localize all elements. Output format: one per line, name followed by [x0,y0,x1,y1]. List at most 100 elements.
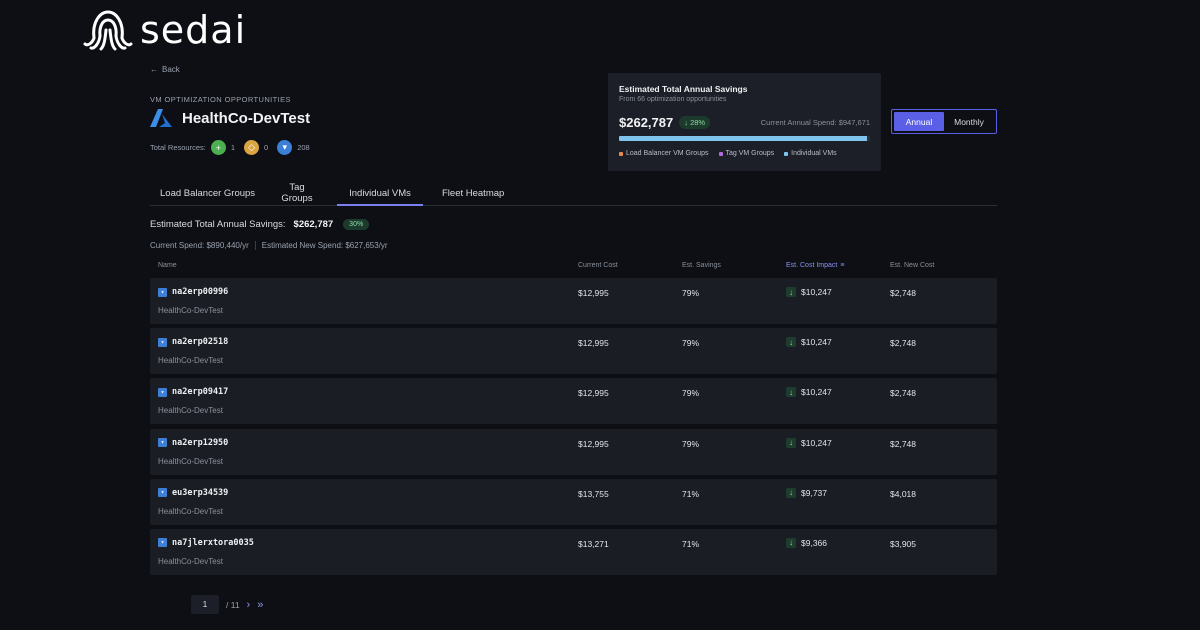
summary-amount: $262,787 [293,219,334,230]
current-cost: $13,271 [578,538,609,549]
legend-dot [619,151,623,156]
vm-name-cell: ▾ na2erp00996 [158,287,228,297]
arrow-down-icon: ↓ [786,387,796,398]
tab-load-balancer-groups[interactable]: Load Balancer Groups [160,188,255,203]
current-cost: $12,995 [578,338,609,349]
legend-label: Individual VMs [791,150,837,157]
annual-toggle-button[interactable]: Annual [894,112,944,131]
table-row[interactable]: ▾ na2erp02518 HealthCo-DevTest $12,995 79… [150,328,997,375]
column-header-est-cost-impact[interactable]: Est. Cost Impact ≡ [786,262,844,269]
savings-card-title: Estimated Total Annual Savings [619,84,748,94]
column-header-est-savings[interactable]: Est. Savings [682,262,721,269]
est-cost-impact: ↓ $9,737 [786,487,827,498]
page-title-row: HealthCo-DevTest [150,108,310,128]
est-new-cost: $2,748 [890,438,916,449]
legend-item-lb: Load Balancer VM Groups [619,150,709,157]
vm-group: HealthCo-DevTest [158,356,223,366]
est-new-cost: $2,748 [890,338,916,349]
est-new-cost: $2,748 [890,388,916,399]
vm-icon: ▾ [277,140,293,155]
summary-label: Estimated Total Annual Savings: [150,219,286,230]
page-title: HealthCo-DevTest [182,109,311,127]
legend-label: Load Balancer VM Groups [626,150,709,157]
est-cost-impact: ↓ $10,247 [786,387,832,398]
plus-icon: + [210,140,226,155]
legend-item-vm: Individual VMs [784,150,837,157]
legend-label: Tag VM Groups [725,150,775,157]
current-cost: $12,995 [578,288,609,298]
current-annual-spend: Current Annual Spend: $947,671 [760,118,870,127]
spend-line: Current Spend: $890,440/yr Estimated New… [150,241,388,250]
vm-name-cell: ▾ na7jlerxtora0035 [158,538,254,548]
table-row[interactable]: ▾ na7jlerxtora0035 HealthCo-DevTest $13,2… [150,528,997,575]
vm-group: HealthCo-DevTest [158,306,223,315]
vm-table: ▾ na2erp00996 HealthCo-DevTest $12,995 79… [150,278,997,579]
tab-bar: Load Balancer Groups Tag Groups Individu… [150,180,997,206]
back-label: Back [162,65,180,74]
column-header-name[interactable]: Name [158,262,177,269]
vm-name-cell: ▾ na2erp09417 [158,387,228,397]
vm-name: na2erp09417 [172,387,229,398]
arrow-down-icon: ↓ [786,487,796,498]
monthly-toggle-button[interactable]: Monthly [944,112,994,131]
table-row[interactable]: ▾ na2erp00996 HealthCo-DevTest $12,995 79… [150,278,997,324]
tab-tag-groups[interactable]: Tag Groups [280,182,314,204]
legend-item-tag: Tag VM Groups [718,150,775,157]
arrow-down-icon: ↓ [786,537,796,548]
impact-value: $9,737 [801,487,827,498]
est-savings: 79% [682,388,700,399]
vm-name: na7jlerxtora0035 [172,537,254,548]
vm-name-cell: ▾ na2erp02518 [158,337,228,347]
current-cost: $13,755 [578,488,609,499]
impact-value: $10,247 [801,337,832,348]
table-row[interactable]: ▾ na2erp09417 HealthCo-DevTest $12,995 79… [150,378,997,425]
table-row[interactable]: ▾ eu3erp34539 HealthCo-DevTest $13,755 71… [150,478,997,525]
vm-group: HealthCo-DevTest [158,456,223,466]
vm-group: HealthCo-DevTest [158,506,223,516]
arrow-down-icon: ↓ [684,118,688,127]
summary-pct-badge: 30% [343,219,370,230]
arrow-down-icon: ↓ [786,437,796,448]
vm-name-cell: ▾ eu3erp34539 [158,488,228,498]
resource-count-tag: 0 [264,143,269,152]
table-row[interactable]: ▾ na2erp12950 HealthCo-DevTest $12,995 79… [150,428,997,475]
impact-value: $10,247 [801,437,832,448]
est-cost-impact: ↓ $9,366 [786,537,827,548]
current-cost: $12,995 [578,388,609,399]
est-new-cost: $2,748 [890,288,916,298]
legend-dot [718,151,723,156]
column-header-current-cost[interactable]: Current Cost [578,262,618,269]
column-header-est-new-cost[interactable]: Est. New Cost [890,262,934,269]
brand-name: sedai [140,8,247,52]
divider [254,241,256,250]
vm-icon: ▾ [158,488,167,498]
back-link[interactable]: ← Back [150,65,180,74]
est-savings: 79% [682,288,700,298]
vm-name: na2erp02518 [172,337,229,348]
octopus-logo-icon [83,10,133,51]
page-number-input[interactable] [191,595,219,614]
vm-name: eu3erp34539 [172,487,229,498]
vm-name-cell: ▾ na2erp12950 [158,438,228,448]
impact-value: $9,366 [801,537,827,548]
last-page-double-chevron-icon[interactable]: » [257,599,263,611]
vm-name: na2erp00996 [172,287,229,297]
azure-icon [150,109,172,127]
impact-value: $10,247 [801,287,832,297]
sedai-logo: sedai [82,8,246,52]
next-page-chevron-icon[interactable]: › [247,599,251,611]
est-savings: 79% [682,338,700,349]
resource-count-lb: 1 [230,143,236,152]
total-resources: Total Resources: + 1 ◇ 0 ▾ 208 [150,140,314,155]
period-toggle: Annual Monthly [891,109,997,134]
resources-label: Total Resources: [150,143,206,152]
arrow-down-icon: ↓ [786,287,796,297]
tab-individual-vms[interactable]: Individual VMs [337,188,423,206]
est-new-cost: $4,018 [890,488,916,499]
tab-fleet-heatmap[interactable]: Fleet Heatmap [442,188,504,199]
pagination: / 11 › » [191,595,263,614]
savings-pct: 28% [690,118,706,127]
vm-icon: ▾ [158,438,167,448]
vm-icon: ▾ [158,337,167,347]
vm-name: na2erp12950 [172,437,229,448]
